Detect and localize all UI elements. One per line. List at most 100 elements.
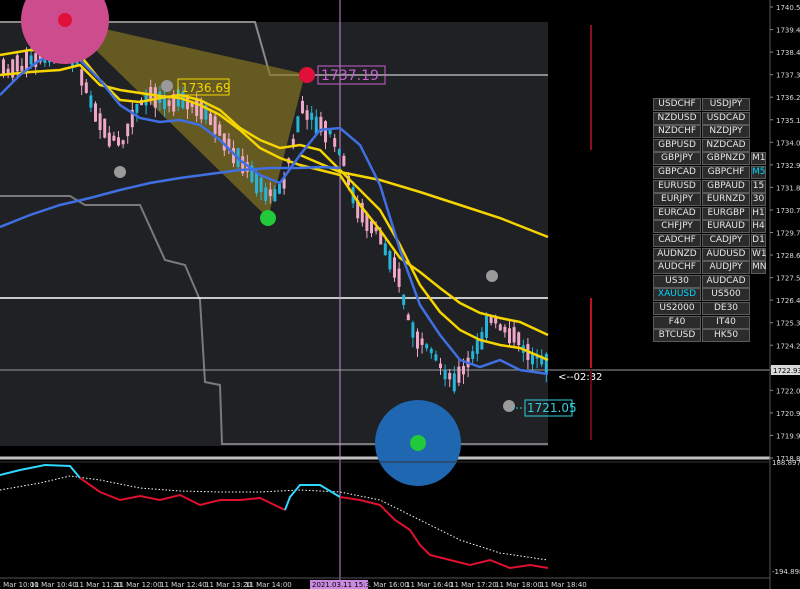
bull-candle [264, 187, 268, 201]
timeframe-button[interactable]: 15 [751, 179, 766, 193]
symbol-button[interactable]: F40 [653, 315, 701, 329]
price-tick-label: 1726.40 [776, 297, 800, 305]
bull-candle [471, 351, 475, 359]
bull-candle [296, 116, 300, 133]
symbol-button[interactable]: GBPAUD [702, 179, 750, 193]
symbol-button[interactable]: GBPCHF [702, 165, 750, 179]
bull-candle [443, 369, 447, 380]
price-tick-label: 1734.05 [776, 139, 800, 147]
symbol-button[interactable]: GBPCAD [653, 165, 701, 179]
timeframe-button[interactable]: H4 [751, 220, 766, 234]
bear-candle [439, 363, 442, 369]
symbol-button[interactable]: EURGBP [702, 206, 750, 220]
price-tick-label: 1724.25 [776, 342, 800, 350]
timeframe-button[interactable]: 30 [751, 193, 766, 207]
symbol-button[interactable]: AUDJPY [702, 261, 750, 275]
symbol-button[interactable]: CADJPY [702, 233, 750, 247]
symbol-button[interactable]: CADCHF [653, 233, 701, 247]
symbol-row: EURJPY EURNZD 30 [653, 193, 768, 207]
symbol-row: GBPUSD NZDCAD [653, 138, 768, 153]
symbol-button[interactable]: USDCHF [653, 98, 701, 111]
time-tick-label: 11 Mar 12:00 [115, 581, 162, 589]
timeframe-button[interactable]: W1 [751, 247, 767, 261]
price-tick-label: 1725.30 [776, 320, 800, 328]
symbol-button[interactable]: EURUSD [653, 179, 701, 193]
gray-dot-left [114, 166, 126, 178]
symbol-row: F40 IT40 [653, 315, 768, 330]
price-tick-label: 1719.90 [776, 432, 800, 440]
price-tick-label: 1728.60 [776, 252, 800, 260]
price-tick-label: 1736.20 [776, 94, 800, 102]
bear-candle [370, 220, 373, 234]
symbol-button[interactable]: GBPUSD [653, 138, 701, 152]
symbol-row: XAUUSD US500 [653, 288, 768, 302]
symbol-button[interactable]: US30 [653, 274, 701, 288]
symbol-button[interactable]: GBPJPY [653, 152, 701, 166]
bull-candle [383, 243, 387, 256]
timeframe-button[interactable]: H1 [751, 206, 766, 220]
bear-candle [199, 100, 203, 120]
timeframe-button[interactable]: MN [751, 261, 767, 275]
bear-candle [117, 137, 120, 146]
indicator-cyan-line-2 [284, 484, 341, 511]
bear-candle [195, 98, 199, 117]
symbol-row: USDCHF USDJPY [653, 98, 768, 112]
timeframe-button[interactable]: M5 [751, 165, 766, 179]
bear-candle [508, 328, 511, 344]
price-tick-label: 1722.05 [776, 387, 800, 395]
bull-candle [452, 373, 456, 392]
symbol-button[interactable]: HK50 [702, 329, 750, 343]
symbol-button[interactable]: AUDCHF [653, 261, 701, 275]
price-tick-label: 1739.45 [776, 27, 800, 35]
indicator-cyan-line [0, 463, 81, 479]
symbol-button[interactable]: XAUUSD [653, 288, 701, 302]
symbol-button[interactable]: USDCAD [702, 111, 750, 125]
symbol-button[interactable]: US500 [702, 288, 750, 302]
symbol-button[interactable]: NZDCHF [653, 125, 701, 139]
timeframe-button[interactable]: M1 [751, 152, 766, 166]
symbol-button[interactable]: AUDUSD [702, 247, 750, 261]
symbol-button[interactable]: DE30 [702, 301, 750, 315]
bear-candle [268, 189, 272, 197]
price-tick-label: 1720.95 [776, 410, 800, 418]
symbol-row: AUDNZD AUDUSD W1 [653, 247, 768, 262]
symbol-button[interactable]: CHFJPY [653, 220, 701, 234]
timeframe-button[interactable]: D1 [751, 233, 766, 247]
price-tick-label: 1732.95 [776, 162, 800, 170]
price-tick-label: 1738.40 [776, 49, 800, 57]
mid-tag: 1736.69 [181, 81, 231, 95]
bear-candle [305, 110, 309, 120]
symbol-button[interactable]: EURCAD [653, 206, 701, 220]
bull-candle [434, 354, 438, 361]
symbol-row: CHFJPY EURAUD H4 [653, 220, 768, 234]
bull-candle [402, 294, 406, 305]
bear-candle [84, 82, 88, 93]
symbol-button[interactable]: EURJPY [653, 193, 701, 207]
symbol-button[interactable]: GBPNZD [702, 152, 750, 166]
symbol-button[interactable]: NZDUSD [653, 111, 701, 125]
bull-candle [475, 339, 479, 354]
symbol-button[interactable]: AUDNZD [653, 247, 701, 261]
bear-candle [416, 331, 419, 349]
symbol-row: US30 AUDCAD [653, 274, 768, 289]
symbol-button[interactable]: USDJPY [702, 98, 750, 111]
bear-candle [213, 116, 217, 134]
bear-candle [420, 338, 424, 345]
bear-candle [153, 87, 157, 108]
symbol-button[interactable]: NZDJPY [702, 125, 750, 139]
symbol-button[interactable]: US2000 [653, 301, 701, 315]
price-tick-label: 1729.70 [776, 230, 800, 238]
time-axis: 11 Mar 10:0011 Mar 10:4011 Mar 11:2011 M… [0, 581, 587, 589]
red-dot-top [58, 13, 72, 27]
bull-candle [328, 129, 332, 135]
symbol-button[interactable]: NZDCAD [702, 138, 750, 152]
symbol-button[interactable]: EURNZD [702, 193, 750, 207]
symbol-row: EURUSD GBPAUD 15 [653, 179, 768, 194]
symbol-button[interactable]: BTCUSD [653, 329, 701, 343]
symbol-button[interactable]: EURAUD [702, 220, 750, 234]
symbol-button[interactable]: IT40 [702, 315, 750, 329]
bear-candle [126, 123, 130, 137]
symbol-button[interactable]: AUDCAD [702, 274, 750, 288]
green-dot-low [410, 435, 426, 451]
indicator-dotted-line [0, 475, 549, 561]
